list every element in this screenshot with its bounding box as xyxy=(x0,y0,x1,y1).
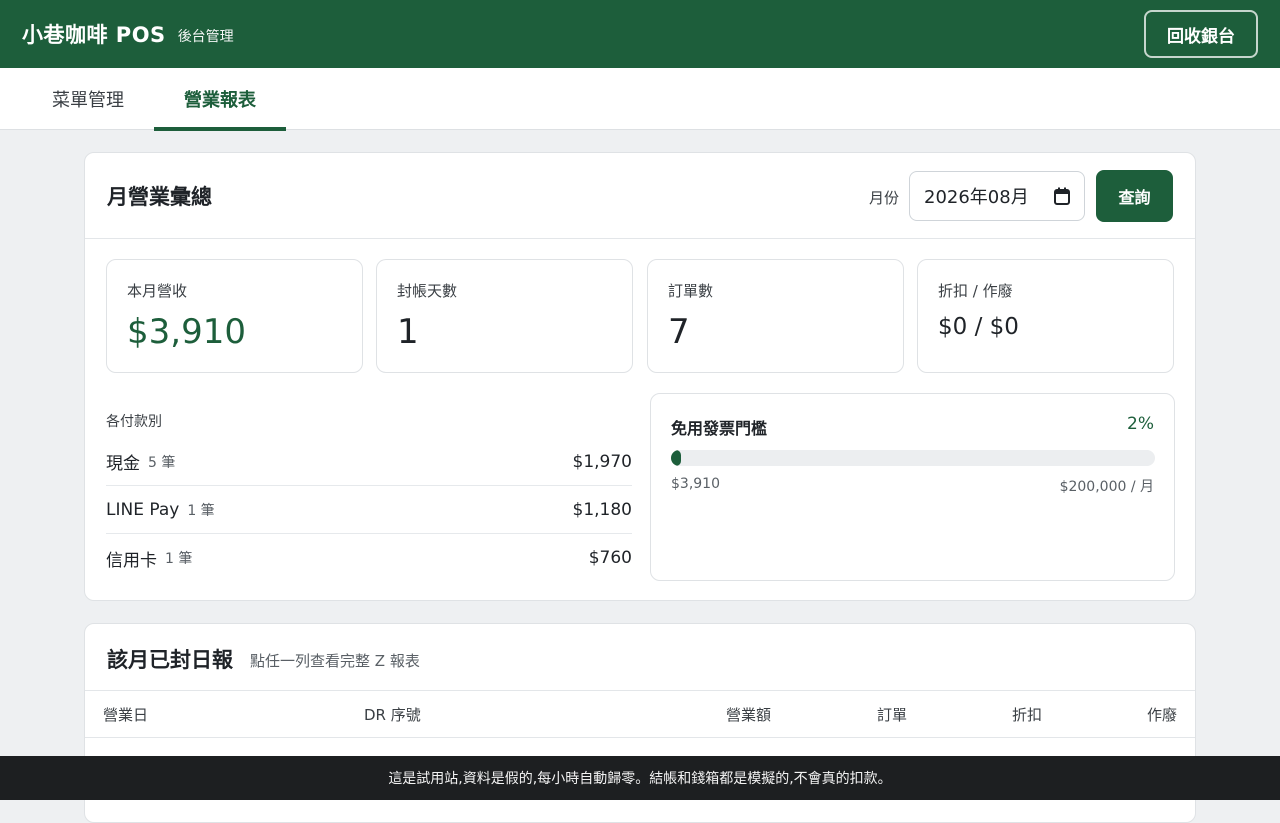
brand-subtitle: 後台管理 xyxy=(177,29,234,45)
monthly-summary-card: 月營業彙總 月份 2026年08月 查詢 本月營收 $3,910 封帳天數 1 … xyxy=(84,152,1196,601)
payment-count: 1 筆 xyxy=(187,502,215,519)
daily-reports-hint: 點任一列查看完整 Z 報表 xyxy=(250,652,420,670)
column-header-orders[interactable]: 訂單 xyxy=(877,704,907,725)
tab-bar: 菜單管理 營業報表 xyxy=(0,68,1280,131)
column-header-dr-serial[interactable]: DR 序號 xyxy=(364,704,421,725)
payment-row: 現金 5 筆 $1,970 xyxy=(106,438,632,486)
payments-title: 各付款別 xyxy=(106,414,162,430)
invoice-threshold-panel: 免用發票門檻 2% $3,910 $200,000 / 月 xyxy=(650,393,1175,581)
stat-discount-void: 折扣 / 作廢 $0 / $0 xyxy=(917,259,1174,373)
demo-site-banner: 這是試用站,資料是假的,每小時自動歸零。結帳和錢箱都是模擬的,不會真的扣款。 xyxy=(0,756,1280,800)
payment-count: 1 筆 xyxy=(165,551,193,567)
payment-row: LINE Pay 1 筆 $1,180 xyxy=(106,486,632,534)
payment-amount: $760 xyxy=(588,548,632,568)
stat-value: $0 / $0 xyxy=(938,314,1019,340)
return-to-register-button[interactable]: 回收銀台 xyxy=(1144,10,1258,58)
brand-title: 小巷咖啡 POS xyxy=(22,23,166,47)
stat-value: 1 xyxy=(397,312,419,352)
stat-label: 訂單數 xyxy=(668,282,714,300)
column-header-revenue[interactable]: 營業額 xyxy=(726,704,771,725)
stat-label: 折扣 / 作廢 xyxy=(938,282,1013,300)
tab-menu-management[interactable]: 菜單管理 xyxy=(22,68,154,130)
query-button[interactable]: 查詢 xyxy=(1096,170,1173,222)
stat-monthly-revenue: 本月營收 $3,910 xyxy=(106,259,363,373)
tab-sales-report[interactable]: 營業報表 xyxy=(154,68,286,131)
stat-value: 7 xyxy=(668,312,690,352)
column-header-business-date[interactable]: 營業日 xyxy=(103,704,148,725)
column-header-discount[interactable]: 折扣 xyxy=(1012,704,1042,725)
monthly-summary-title: 月營業彙總 xyxy=(107,185,212,209)
card-header: 月營業彙總 月份 2026年08月 查詢 xyxy=(85,153,1195,239)
payment-amount: $1,180 xyxy=(572,499,632,520)
top-bar: 小巷咖啡 POS 後台管理 回收銀台 xyxy=(0,0,1280,68)
threshold-title: 免用發票門檻 xyxy=(671,419,768,438)
payment-amount: $1,970 xyxy=(572,451,632,472)
table-header-row: 營業日 DR 序號 營業額 訂單 折扣 作廢 xyxy=(85,690,1195,738)
payment-row: 信用卡 1 筆 $760 xyxy=(106,534,632,582)
threshold-progress-fill xyxy=(671,450,681,466)
daily-reports-title: 該月已封日報 xyxy=(107,648,233,672)
stat-label: 本月營收 xyxy=(127,282,188,300)
calendar-icon[interactable] xyxy=(1054,187,1070,210)
month-picker-input[interactable]: 2026年08月 xyxy=(909,171,1085,221)
payment-name: 信用卡 xyxy=(106,550,157,571)
stat-closed-days: 封帳天數 1 xyxy=(376,259,633,373)
threshold-current: $3,910 xyxy=(671,476,720,492)
threshold-limit: $200,000 / 月 xyxy=(1059,479,1154,495)
threshold-progress-bar xyxy=(671,450,1155,466)
stat-value: $3,910 xyxy=(127,312,246,352)
threshold-percent: 2% xyxy=(1127,414,1154,434)
payment-count: 5 筆 xyxy=(148,454,176,471)
month-value: 2026年08月 xyxy=(924,187,1029,208)
payment-name: 現金 xyxy=(106,454,140,474)
payment-name: LINE Pay xyxy=(106,499,180,520)
column-header-void[interactable]: 作廢 xyxy=(1147,704,1177,725)
stat-order-count: 訂單數 7 xyxy=(647,259,904,373)
month-label: 月份 xyxy=(868,189,899,207)
stat-label: 封帳天數 xyxy=(397,282,458,300)
